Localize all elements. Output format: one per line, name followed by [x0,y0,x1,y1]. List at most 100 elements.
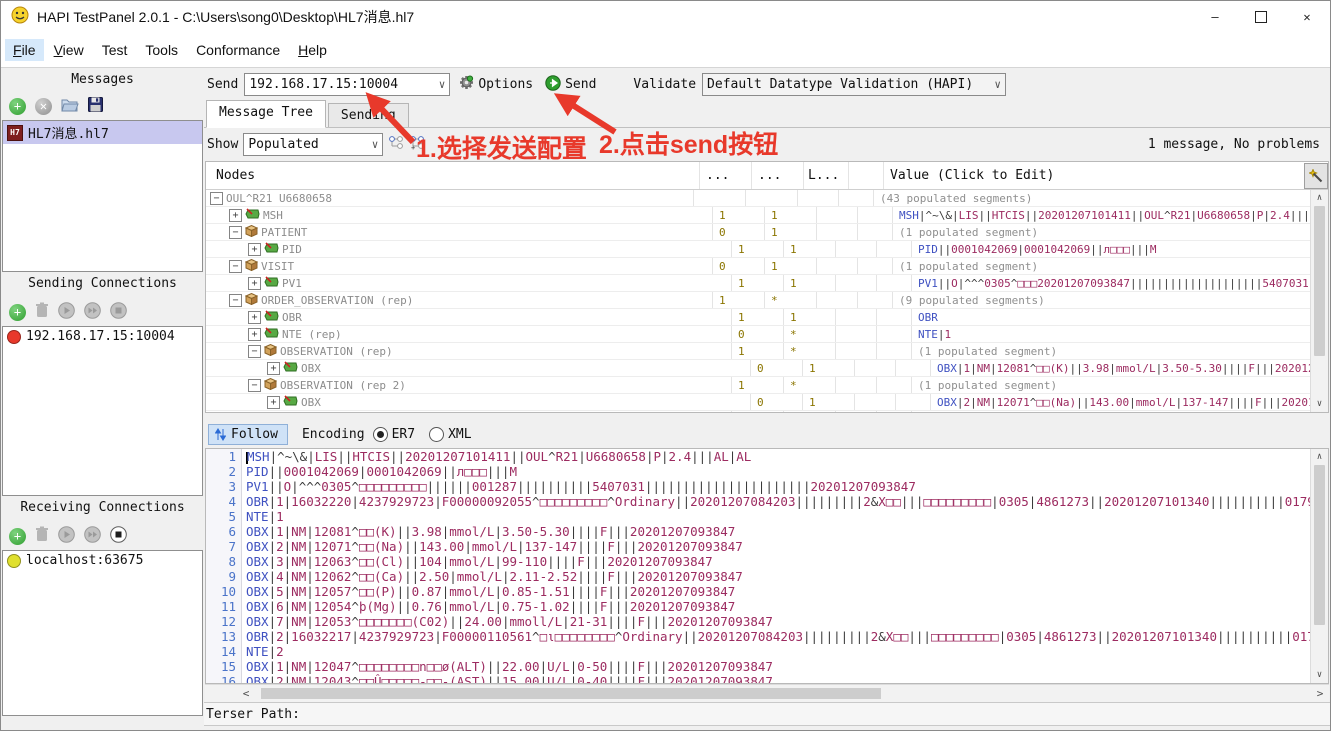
value-cell[interactable]: OBX | 1 | NM | 12081 ^ □□(K) || 3.98 | mmol/L | 3.50-5… [931,360,1310,376]
collapse-all-icon[interactable] [388,135,404,155]
tree-expander[interactable]: − [229,259,242,273]
options-button[interactable]: Options [456,73,536,96]
save-icon[interactable] [88,96,103,116]
value-cell[interactable]: (43 populated segments) [874,190,1310,206]
tree-row[interactable]: − OBSERVATION (rep 2) 1 * (1 populated segme… [206,377,1310,394]
tree-row[interactable]: − OBSERVATION (rep) 1 * (1 populated segment… [206,343,1310,360]
menu-item-file[interactable]: File [5,39,44,61]
tree-vertical-scrollbar[interactable]: ∧ ∨ [1310,190,1328,412]
menu-item-help[interactable]: Help [290,39,335,61]
editor-line[interactable]: 14 NTE|2 [206,644,1310,659]
scroll-down-icon[interactable]: ∨ [1311,667,1328,683]
stop-icon[interactable] [110,525,127,547]
editor-line[interactable]: 3 PV1||O|^^^0305^□□□□□□□□□||||||001287|||… [206,479,1310,494]
tree-expander[interactable]: + [248,242,261,256]
editor-vertical-scrollbar[interactable]: ∧ ∨ [1310,449,1328,683]
tree-row[interactable]: − ORDER_OBSERVATION (rep) 1 * (9 populated s… [206,292,1310,309]
tree-row[interactable]: + MSH 1 1 MSH |^~\&| LIS || HTCIS || 2020120710141… [206,207,1310,224]
encoding-radio-xml[interactable]: XML [429,427,472,442]
editor-line[interactable]: 16 OBX|2|NM|12043^□□Û□□□□□-□□-(AST)||15.0… [206,674,1310,683]
tree-expander[interactable]: + [267,361,280,375]
value-cell[interactable]: (1 populated segment) [893,224,1310,240]
tree-expander[interactable]: − [229,225,242,239]
value-cell[interactable]: PID || 0001042069 | 0001042069 || л□□□ ||| M [912,241,1310,257]
menu-item-test[interactable]: Test [94,39,136,61]
maximize-button[interactable] [1238,1,1284,33]
editor-line[interactable]: 8 OBX|3|NM|12063^□□(Cl)||104|mmol/L|99-11… [206,554,1310,569]
menu-item-conformance[interactable]: Conformance [188,39,288,61]
value-cell[interactable]: OBR [912,309,1310,325]
editor-hscrollbar-thumb[interactable] [261,688,881,699]
editor-line[interactable]: 10 OBX|5|NM|12057^□□(P)||0.87|mmol/L|0.85… [206,584,1310,599]
show-combobox[interactable]: Populated ∨ [243,133,384,156]
editor-line[interactable]: 2 PID||0001042069|0001042069||л□□□|||M [206,464,1310,479]
close-icon[interactable]: ✕ [35,97,52,115]
value-cell[interactable]: (1 populated segment) [912,411,1310,412]
tab-sending[interactable]: Sending [327,103,409,127]
editor-line[interactable]: 9 OBX|4|NM|12062^□□(Ca)||2.50|mmol/L|2.11… [206,569,1310,584]
value-cell[interactable]: (1 populated segment) [912,343,1310,359]
add-icon[interactable]: + [9,303,26,321]
value-cell[interactable]: (1 populated segment) [893,258,1310,274]
editor-horizontal-scrollbar[interactable]: < > [205,684,1329,702]
wand-button[interactable] [1304,162,1328,189]
scroll-up-icon[interactable]: ∧ [1311,190,1328,206]
value-cell[interactable]: NTE | 1 [912,326,1310,342]
open-folder-icon[interactable] [61,97,79,116]
scroll-right-icon[interactable]: > [1311,687,1329,700]
tree-expander[interactable]: − [229,293,242,307]
expand-all-icon[interactable]: + [409,135,425,155]
menu-item-tools[interactable]: Tools [137,39,186,61]
receiving-connection-item[interactable]: localhost:63675 [3,551,202,570]
tree-row[interactable]: + PID 1 1 PID || 0001042069 | 0001042069 || л□□□ ||… [206,241,1310,258]
editor-line[interactable]: 11 OBX|6|NM|12054^þ(Mg)||0.76|mmol/L|0.75… [206,599,1310,614]
tree-expander[interactable]: + [229,208,242,222]
tree-row[interactable]: − PATIENT 0 1 (1 populated segment) [206,224,1310,241]
editor-scrollbar-thumb[interactable] [1314,465,1325,625]
send-button[interactable]: Send [542,73,599,97]
tree-scrollbar-thumb[interactable] [1314,206,1325,356]
minimize-button[interactable]: — [1192,1,1238,33]
tree-row[interactable]: + PV1 1 1 PV1 || O |^^^ 0305 ^ □□□20201207093847 ||… [206,275,1310,292]
tree-expander[interactable]: − [248,344,261,358]
value-cell[interactable]: OBX | 2 | NM | 12071 ^ □□(Na) || 143.00 | mmol/L | 137… [931,394,1310,410]
add-icon[interactable]: + [9,97,26,115]
value-cell[interactable]: (9 populated segments) [893,292,1310,308]
editor-line[interactable]: 15 OBX|1|NM|12047^□□□□□□□□n□□ø(ALT)||22.0… [206,659,1310,674]
tree-expander[interactable]: + [267,395,280,409]
message-file-item[interactable]: H7 HL7消息.hl7 [3,121,202,144]
editor-line[interactable]: 5 NTE|1 [206,509,1310,524]
editor-line[interactable]: 6 OBX|1|NM|12081^□□(K)||3.98|mmol/L|3.50-… [206,524,1310,539]
tree-expander[interactable]: + [248,310,261,324]
menu-item-view[interactable]: View [46,39,92,61]
scroll-left-icon[interactable]: < [237,687,255,700]
tab-message-tree[interactable]: Message Tree [206,100,326,128]
encoding-radio-er7[interactable]: ER7 [372,427,415,442]
value-cell[interactable]: MSH |^~\&| LIS || HTCIS || 20201207101411 || OUL… [893,207,1310,223]
tree-row[interactable]: + NTE (rep) 0 * NTE | 1 [206,326,1310,343]
tree-row[interactable]: −OBSERVATION (rep 3)1*(1 populated segme… [206,411,1310,412]
tree-expander[interactable]: − [210,191,223,205]
value-cell[interactable]: PV1 || O |^^^ 0305 ^ □□□20201207093847 ||||||||… [912,275,1310,291]
tree-expander[interactable]: + [248,276,261,290]
editor-line[interactable]: 12 OBX|7|NM|12053^□□□□□□□(C02)||24.00|mmo… [206,614,1310,629]
scroll-down-icon[interactable]: ∨ [1311,396,1328,412]
tree-row[interactable]: − OUL^R21 U6680658 (43 populated segments) [206,190,1310,207]
follow-toggle-button[interactable]: Follow [208,424,288,445]
tree-expander[interactable]: − [248,378,261,392]
scroll-up-icon[interactable]: ∧ [1311,449,1328,465]
tree-row[interactable]: − VISIT 0 1 (1 populated segment) [206,258,1310,275]
validate-combobox[interactable]: Default Datatype Validation (HAPI) ∨ [702,73,1007,96]
editor-line[interactable]: 1 MSH|^~\&|LIS||HTCIS||20201207101411||OU… [206,449,1310,464]
editor-line[interactable]: 4 OBR|1|16032220|4237929723|F00000092055^… [206,494,1310,509]
editor-line[interactable]: 7 OBX|2|NM|12071^□□(Na)||143.00|mmol/L|13… [206,539,1310,554]
tree-row[interactable]: + OBX 0 1 OBX | 2 | NM | 12071 ^ □□(Na) || 143.00 | mmol… [206,394,1310,411]
send-target-combobox[interactable]: 192.168.17.15:10004 ∨ [244,73,451,96]
splitter[interactable] [204,413,1330,421]
sending-connection-item[interactable]: 192.168.17.15:10004 [3,327,202,346]
editor-line[interactable]: 13 OBR|2|16032217|4237929723|F00000110561… [206,629,1310,644]
close-button[interactable]: ✕ [1284,1,1330,33]
hl7-source-editor[interactable]: 1 MSH|^~\&|LIS||HTCIS||20201207101411||OU… [205,448,1329,684]
tree-row[interactable]: + OBX 0 1 OBX | 1 | NM | 12081 ^ □□(K) || 3.98 | mmol/L |… [206,360,1310,377]
add-icon[interactable]: + [9,527,26,545]
